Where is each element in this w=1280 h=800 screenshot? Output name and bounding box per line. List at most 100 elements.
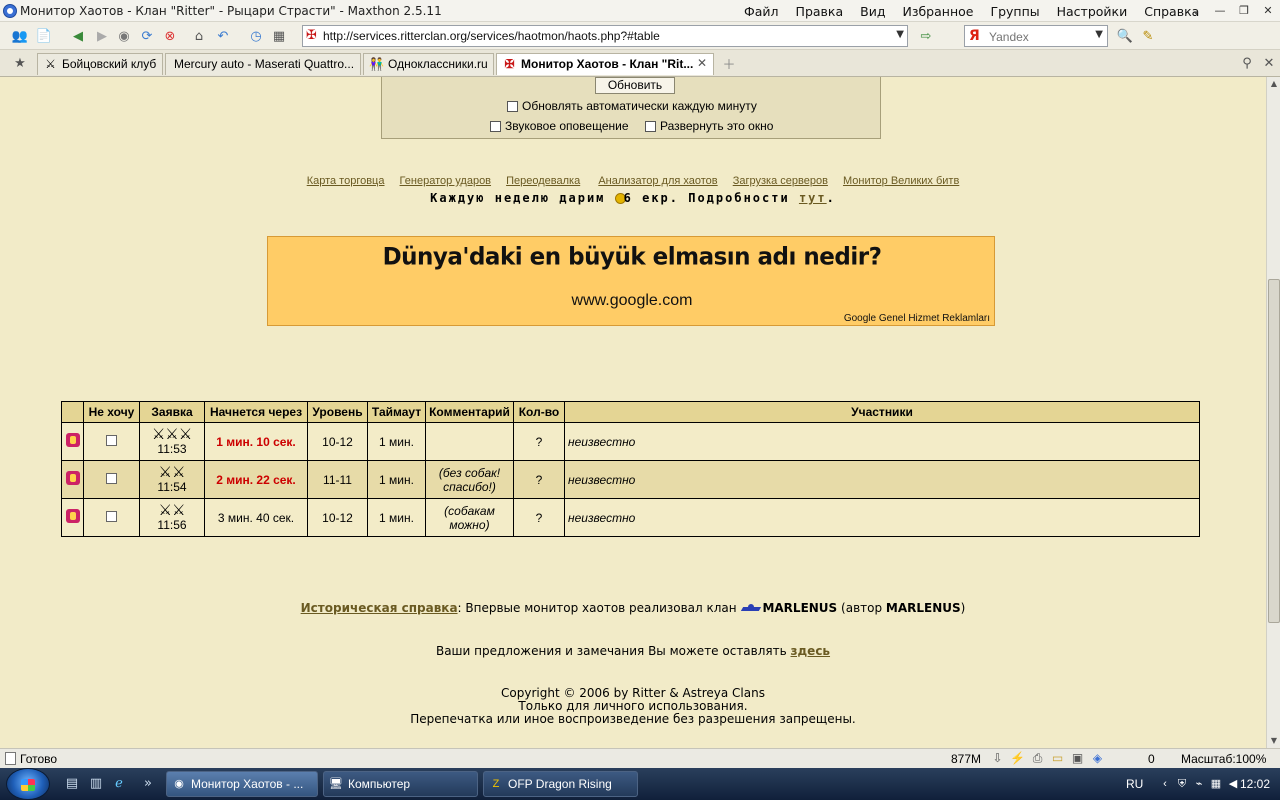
back-icon[interactable]: ◀: [68, 26, 88, 46]
menu-edit[interactable]: Правка: [796, 4, 844, 19]
clock[interactable]: 12:02: [1240, 777, 1270, 791]
task-computer[interactable]: 🖥 Компьютер: [323, 771, 478, 797]
vertical-scrollbar[interactable]: ▲ ▼: [1266, 77, 1280, 748]
link-server-load[interactable]: Загрузка серверов: [733, 175, 828, 187]
highlight-icon[interactable]: ✎: [1138, 26, 1158, 46]
author-name[interactable]: MARLENUS: [886, 601, 961, 615]
close-tab-icon[interactable]: ✕: [1259, 53, 1279, 73]
folder-icon[interactable]: ▭: [1050, 751, 1065, 766]
google-ad-banner[interactable]: Dünya'daki en büyük elmasın adı nedir? w…: [267, 236, 995, 326]
sound-option[interactable]: Звуковое оповещение: [490, 119, 629, 133]
decline-checkbox[interactable]: [106, 472, 117, 484]
decline-checkbox[interactable]: [106, 434, 117, 446]
close-icon[interactable]: ✕: [697, 56, 707, 70]
chevron-left-icon[interactable]: ‹: [1158, 777, 1172, 791]
clan-emblem-icon[interactable]: [740, 603, 762, 615]
user-group-icon[interactable]: 👥: [10, 26, 30, 46]
menu-file[interactable]: Файл: [744, 4, 779, 19]
scroll-down-icon[interactable]: ▼: [1267, 734, 1280, 748]
download-icon[interactable]: ⇩: [990, 751, 1005, 766]
lightning-icon[interactable]: ⚡: [1010, 751, 1025, 766]
tab-haot-monitor[interactable]: ✠ Монитор Хаотов - Клан "Rit... ✕: [496, 53, 714, 75]
haot-icon[interactable]: [65, 509, 80, 523]
restore-icon[interactable]: ❐: [1232, 0, 1256, 20]
sound-checkbox[interactable]: [490, 120, 501, 132]
new-page-icon[interactable]: 📄: [34, 26, 54, 46]
language-indicator[interactable]: RU: [1126, 777, 1143, 791]
link-trader-map[interactable]: Карта торговца: [307, 175, 385, 187]
volume-icon[interactable]: ◀: [1226, 777, 1240, 791]
screenshot-icon[interactable]: ▦: [269, 26, 289, 46]
address-bar[interactable]: ✠ ▼: [302, 25, 908, 47]
quicklaunch-more-icon[interactable]: »: [140, 777, 156, 791]
history-link[interactable]: Историческая справка: [301, 601, 458, 615]
close-icon[interactable]: ✕: [1256, 0, 1280, 20]
scroll-up-icon[interactable]: ▲: [1267, 77, 1280, 91]
tab-fight-club[interactable]: ⚔ Бойцовский клуб: [37, 53, 163, 75]
menu-settings[interactable]: Настройки: [1057, 4, 1128, 19]
tab-odnoklassniki[interactable]: 👫 Одноклассники.ru: [363, 53, 494, 75]
feedback-link[interactable]: здесь: [791, 644, 831, 658]
link-dress-room[interactable]: Переодевалка: [506, 175, 580, 187]
decline-checkbox[interactable]: [106, 510, 117, 522]
menu-favorites[interactable]: Избранное: [902, 4, 973, 19]
tab-mercury-auto[interactable]: Mercury auto - Maserati Quattro...: [165, 53, 361, 75]
picture-icon[interactable]: ▣: [1070, 751, 1085, 766]
go-icon[interactable]: ⇨: [916, 26, 936, 46]
new-tab-icon[interactable]: ＋: [719, 53, 739, 73]
ie-icon[interactable]: ℯ: [111, 777, 127, 791]
auto-refresh-option[interactable]: Обновлять автоматически каждую минуту: [507, 99, 757, 113]
participants: неизвестно: [564, 498, 1200, 537]
printer-icon[interactable]: ⎙: [1030, 751, 1045, 766]
start-button[interactable]: [6, 768, 50, 800]
fighters-icons[interactable]: ⚔⚔: [143, 503, 201, 519]
switch-windows-icon[interactable]: ▥: [88, 777, 104, 791]
haot-icon[interactable]: [65, 433, 80, 447]
chevron-down-icon[interactable]: ⌄: [1184, 0, 1208, 20]
fighters-icons[interactable]: ⚔⚔⚔: [143, 427, 201, 443]
expand-option[interactable]: Развернуть это окно: [645, 119, 773, 133]
search-icon[interactable]: 🔍: [1115, 26, 1135, 46]
chevron-down-icon[interactable]: ▼: [1095, 29, 1103, 40]
link-hit-generator[interactable]: Генератор ударов: [400, 175, 491, 187]
search-box[interactable]: Я ▼: [964, 25, 1108, 47]
fighters-icons[interactable]: ⚔⚔: [143, 465, 201, 481]
url-input[interactable]: [323, 28, 883, 44]
task-haot-monitor[interactable]: ◉ Монитор Хаотов - ...: [166, 771, 318, 797]
clan-name[interactable]: MARLENUS: [762, 601, 837, 615]
chevron-down-icon[interactable]: ▼: [896, 29, 904, 40]
promo-details-link[interactable]: тут: [799, 191, 827, 205]
search-input[interactable]: [989, 29, 1085, 45]
scroll-thumb[interactable]: [1268, 279, 1280, 623]
menu-view[interactable]: Вид: [860, 4, 885, 19]
haot-icon[interactable]: [65, 471, 80, 485]
stop-icon[interactable]: ⊗: [160, 26, 180, 46]
clock-icon[interactable]: ◷: [246, 26, 266, 46]
antivirus-icon[interactable]: ⛨: [1175, 777, 1189, 791]
zoom-level[interactable]: Масштаб:100%: [1181, 752, 1266, 766]
menu-groups[interactable]: Группы: [990, 4, 1039, 19]
ritter-cross-icon: ✠: [504, 57, 515, 71]
popup-blocker-icon[interactable]: ◈: [1090, 751, 1105, 766]
link-great-battles[interactable]: Монитор Великих битв: [843, 175, 959, 187]
refresh-icon[interactable]: ⟳: [137, 26, 157, 46]
memory-usage[interactable]: 877M: [951, 752, 981, 766]
refresh-button[interactable]: Обновить: [595, 77, 675, 94]
home-icon[interactable]: ⌂: [189, 26, 209, 46]
ad-footer[interactable]: Google Genel Hizmet Reklamları: [844, 313, 990, 324]
forward-icon[interactable]: ▶: [92, 26, 112, 46]
ad-headline[interactable]: Dünya'daki en büyük elmasın adı nedir?: [268, 243, 996, 270]
auto-refresh-checkbox[interactable]: [507, 100, 518, 112]
usb-icon[interactable]: ⌁: [1192, 777, 1206, 791]
pin-icon[interactable]: ⚲: [1237, 53, 1257, 73]
undo-close-icon[interactable]: ↶: [213, 26, 233, 46]
expand-checkbox[interactable]: [645, 120, 656, 132]
star-icon[interactable]: ★: [10, 53, 30, 73]
minimize-icon[interactable]: —: [1208, 0, 1232, 20]
show-desktop-icon[interactable]: ▤: [64, 777, 80, 791]
network-icon[interactable]: ▦: [1209, 777, 1223, 791]
ad-site[interactable]: www.google.com: [268, 292, 996, 310]
task-ofp-dragon-rising[interactable]: Z OFP Dragon Rising: [483, 771, 638, 797]
history-dropdown-icon[interactable]: ◉: [114, 26, 134, 46]
link-haot-analyzer[interactable]: Анализатор для хаотов: [598, 175, 717, 187]
